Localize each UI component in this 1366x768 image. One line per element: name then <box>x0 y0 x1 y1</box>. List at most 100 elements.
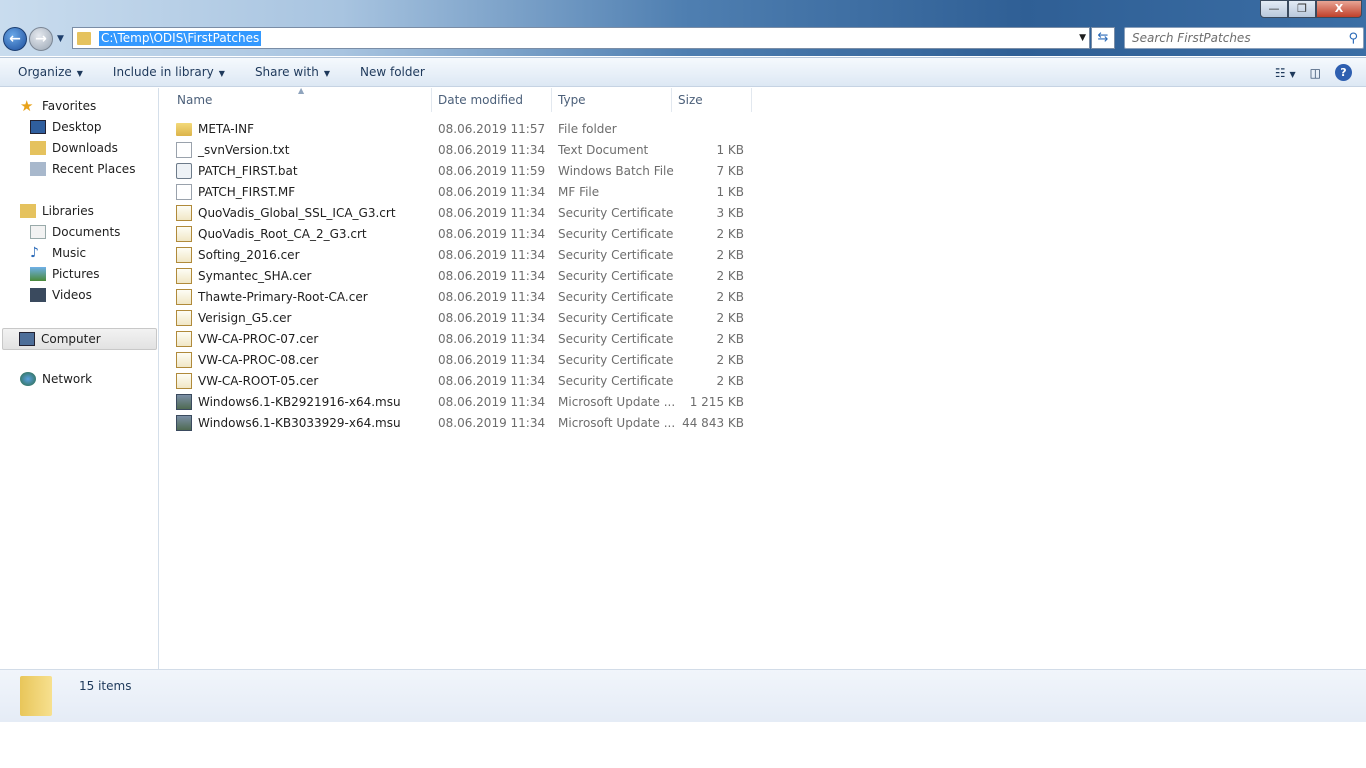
file-row[interactable]: Windows6.1-KB3033929-x64.msu 08.06.2019 … <box>176 413 756 433</box>
sidebar-label: Favorites <box>42 99 97 113</box>
file-size: 7 KB <box>716 164 744 178</box>
search-icon[interactable]: ⚲ <box>1348 31 1358 46</box>
sidebar-item-documents[interactable]: Documents <box>30 225 120 239</box>
file-name: Symantec_SHA.cer <box>198 269 312 283</box>
file-type: Security Certificate <box>558 206 674 220</box>
sidebar-item-videos[interactable]: Videos <box>30 288 92 302</box>
file-type: Security Certificate <box>558 374 674 388</box>
text-icon <box>176 142 192 158</box>
sidebar-item-recent-places[interactable]: Recent Places <box>30 162 135 176</box>
batch-icon <box>176 163 192 179</box>
file-type: Microsoft Update ... <box>558 395 676 409</box>
file-type: Security Certificate <box>558 227 674 241</box>
computer-icon <box>19 332 35 346</box>
file-date: 08.06.2019 11:34 <box>438 395 546 409</box>
sidebar-item-libraries[interactable]: Libraries <box>20 204 94 218</box>
file-row[interactable]: PATCH_FIRST.MF 08.06.2019 11:34 MF File … <box>176 182 756 202</box>
file-list: ▲ Name Date modified Type Size META-INF 0… <box>160 86 1366 669</box>
file-size: 2 KB <box>716 227 744 241</box>
file-row[interactable]: Verisign_G5.cer 08.06.2019 11:34 Securit… <box>176 308 756 328</box>
view-options-icon[interactable]: ☷ ▼ <box>1275 66 1296 80</box>
cert-icon <box>176 205 192 221</box>
search-input[interactable]: Search FirstPatches ⚲ <box>1124 27 1364 49</box>
file-type: Security Certificate <box>558 311 674 325</box>
file-date: 08.06.2019 11:34 <box>438 290 546 304</box>
file-name: VW-CA-PROC-08.cer <box>198 353 319 367</box>
column-header-date[interactable]: Date modified <box>432 88 552 112</box>
close-button[interactable]: X <box>1316 0 1362 18</box>
file-date: 08.06.2019 11:59 <box>438 164 546 178</box>
sidebar-item-computer[interactable]: Computer <box>2 328 157 350</box>
refresh-button[interactable]: ⇆ <box>1091 27 1115 49</box>
include-in-library-button[interactable]: Include in library ▼ <box>113 65 225 79</box>
network-icon <box>20 372 36 386</box>
sidebar-label: Documents <box>52 225 121 239</box>
sidebar-item-favorites[interactable]: ★ Favorites <box>20 97 97 115</box>
organize-button[interactable]: Organize ▼ <box>18 65 83 79</box>
address-bar[interactable]: C:\Temp\ODIS\FirstPatches ▼ <box>72 27 1090 49</box>
file-row[interactable]: Windows6.1-KB2921916-x64.msu 08.06.2019 … <box>176 392 756 412</box>
command-bar: Organize ▼ Include in library ▼ Share with… <box>0 57 1366 87</box>
preview-pane-icon[interactable]: ◫ <box>1310 66 1321 80</box>
file-type: Security Certificate <box>558 290 674 304</box>
file-row[interactable]: QuoVadis_Root_CA_2_G3.crt 08.06.2019 11:… <box>176 224 756 244</box>
file-row[interactable]: Softing_2016.cer 08.06.2019 11:34 Securi… <box>176 245 756 265</box>
file-row[interactable]: PATCH_FIRST.bat 08.06.2019 11:59 Windows… <box>176 161 756 181</box>
folder-icon <box>176 122 192 136</box>
sidebar-label: Music <box>52 246 87 260</box>
file-size: 44 843 KB <box>682 416 744 430</box>
sidebar-label: Network <box>42 372 93 386</box>
sidebar-item-downloads[interactable]: Downloads <box>30 141 118 155</box>
videos-icon <box>30 288 46 302</box>
libraries-icon <box>20 204 36 218</box>
sort-ascending-icon: ▲ <box>298 86 305 95</box>
msu-icon <box>176 415 192 431</box>
file-row[interactable]: VW-CA-ROOT-05.cer 08.06.2019 11:34 Secur… <box>176 371 756 391</box>
sidebar-label: Desktop <box>52 120 102 134</box>
new-folder-button[interactable]: New folder <box>360 65 425 79</box>
file-date: 08.06.2019 11:34 <box>438 374 546 388</box>
star-icon: ★ <box>20 97 34 115</box>
file-row[interactable]: Symantec_SHA.cer 08.06.2019 11:34 Securi… <box>176 266 756 286</box>
share-with-button[interactable]: Share with ▼ <box>255 65 330 79</box>
file-size: 2 KB <box>716 311 744 325</box>
file-row[interactable]: VW-CA-PROC-07.cer 08.06.2019 11:34 Secur… <box>176 329 756 349</box>
file-name: QuoVadis_Global_SSL_ICA_G3.crt <box>198 206 396 220</box>
file-row[interactable]: VW-CA-PROC-08.cer 08.06.2019 11:34 Secur… <box>176 350 756 370</box>
address-path[interactable]: C:\Temp\ODIS\FirstPatches <box>99 30 262 46</box>
file-row[interactable]: META-INF 08.06.2019 11:57 File folder <box>176 119 756 139</box>
help-icon[interactable]: ? <box>1335 64 1352 81</box>
file-name: QuoVadis_Root_CA_2_G3.crt <box>198 227 367 241</box>
column-header-size[interactable]: Size <box>672 88 752 112</box>
column-header-name[interactable]: ▲ Name <box>160 86 432 112</box>
file-date: 08.06.2019 11:34 <box>438 353 546 367</box>
cert-icon <box>176 268 192 284</box>
back-button[interactable]: ← <box>3 27 27 51</box>
forward-button[interactable]: → <box>29 27 53 51</box>
music-icon: ♪ <box>30 245 39 261</box>
cert-icon <box>176 247 192 263</box>
maximize-button[interactable]: ❐ <box>1288 0 1316 18</box>
file-row[interactable]: QuoVadis_Global_SSL_ICA_G3.crt 08.06.201… <box>176 203 756 223</box>
file-icon <box>176 184 192 200</box>
address-dropdown[interactable]: ▼ <box>1079 33 1086 43</box>
sidebar-item-network[interactable]: Network <box>20 372 92 386</box>
recent-pages-dropdown[interactable]: ▼ <box>57 34 64 44</box>
sidebar-label: Recent Places <box>52 162 136 176</box>
sidebar-item-desktop[interactable]: Desktop <box>30 120 102 134</box>
sidebar-item-music[interactable]: ♪ Music <box>30 246 86 260</box>
file-row[interactable]: _svnVersion.txt 08.06.2019 11:34 Text Do… <box>176 140 756 160</box>
recent-places-icon <box>30 162 46 176</box>
file-date: 08.06.2019 11:34 <box>438 185 546 199</box>
sidebar-item-pictures[interactable]: Pictures <box>30 267 100 281</box>
file-row[interactable]: Thawte-Primary-Root-CA.cer 08.06.2019 11… <box>176 287 756 307</box>
file-name: Thawte-Primary-Root-CA.cer <box>198 290 368 304</box>
downloads-icon <box>30 141 46 155</box>
column-header-type[interactable]: Type <box>552 88 672 112</box>
minimize-button[interactable]: — <box>1260 0 1288 18</box>
file-type: Security Certificate <box>558 332 674 346</box>
file-size: 1 215 KB <box>689 395 744 409</box>
cert-icon <box>176 331 192 347</box>
file-size: 2 KB <box>716 374 744 388</box>
pictures-icon <box>30 267 46 281</box>
